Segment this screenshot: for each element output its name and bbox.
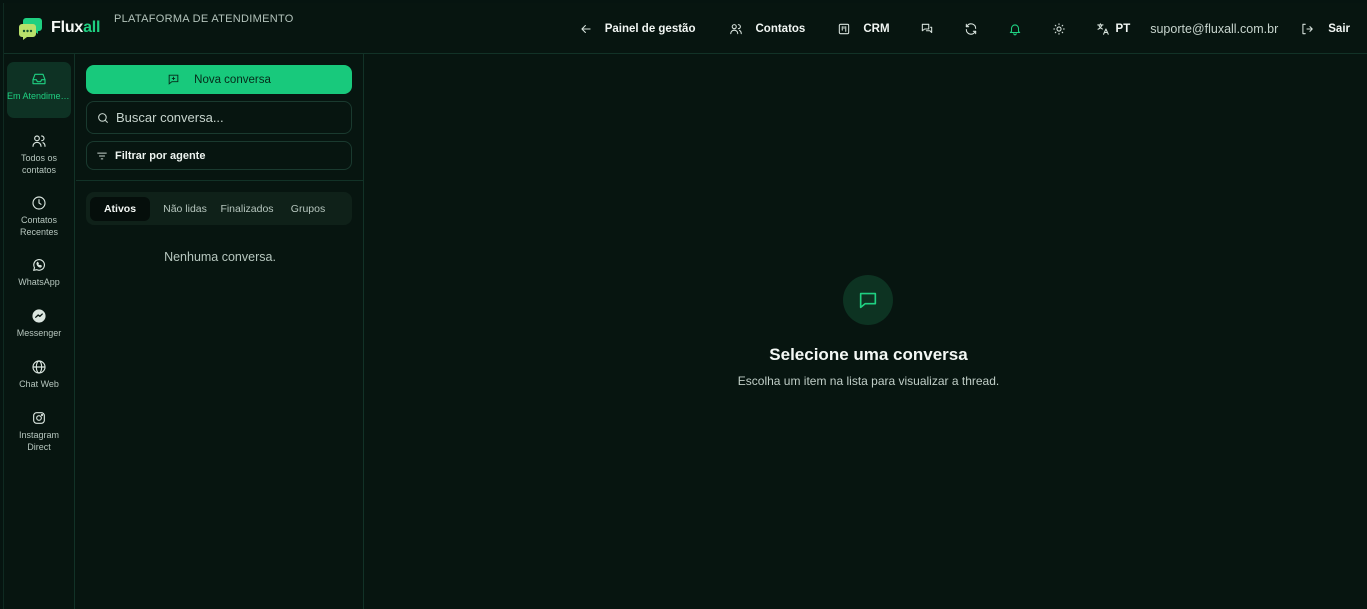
instagram-icon bbox=[33, 412, 45, 424]
brand-name-accent: all bbox=[83, 19, 101, 36]
kanban-icon bbox=[839, 23, 850, 34]
whatsapp-icon bbox=[33, 259, 45, 271]
new-conversation-button[interactable]: Nova conversa bbox=[86, 65, 352, 94]
brand[interactable]: Fluxall bbox=[18, 15, 100, 41]
empty-state-icon-wrap bbox=[843, 275, 893, 325]
arrow-left-icon bbox=[581, 24, 591, 33]
conversation-tabs: Ativos Não lidas Finalizados Grupos bbox=[86, 192, 352, 225]
users-icon bbox=[32, 135, 46, 147]
empty-list-message: Nenhuma conversa. bbox=[164, 250, 276, 264]
rail-item-label: Em Atendimento bbox=[7, 91, 71, 101]
rail-item-label: Todos os contatos bbox=[20, 153, 58, 175]
rail-item-label: WhatsApp bbox=[18, 277, 60, 287]
search-input[interactable] bbox=[116, 103, 346, 132]
app-window: Fluxall PLATAFORMA DE ATENDIMENTO Painel… bbox=[3, 3, 1367, 609]
crm-link[interactable]: CRM bbox=[837, 22, 890, 36]
conversation-list-panel: Nova conversa Filtrar por agente Ativos … bbox=[76, 54, 364, 609]
tab-grupos[interactable]: Grupos bbox=[286, 197, 330, 221]
messages-icon bbox=[921, 23, 932, 33]
message-plus-icon bbox=[168, 74, 179, 85]
tab-finalizados[interactable]: Finalizados bbox=[216, 197, 278, 221]
new-conversation-label: Nova conversa bbox=[194, 73, 271, 86]
tab-ativos[interactable]: Ativos bbox=[90, 196, 150, 221]
contacts-link[interactable]: Contatos bbox=[729, 22, 805, 36]
refresh-icon bbox=[965, 22, 976, 35]
inbox-icon bbox=[32, 73, 46, 85]
user-email: suporte@fluxall.com.br bbox=[1150, 21, 1279, 36]
sun-icon bbox=[1052, 22, 1065, 35]
rail-item-whatsapp[interactable]: WhatsApp bbox=[7, 248, 71, 304]
logout-label: Sair bbox=[1328, 22, 1350, 35]
chat-bubble-icon bbox=[859, 292, 877, 309]
list-divider bbox=[76, 180, 364, 181]
search-box bbox=[86, 101, 352, 134]
messenger-icon bbox=[32, 309, 46, 323]
tab-nao-lidas[interactable]: Não lidas bbox=[156, 197, 214, 221]
language-selector[interactable]: PT bbox=[1096, 22, 1131, 36]
platform-subtitle: PLATAFORMA DE ATENDIMENTO bbox=[114, 13, 294, 25]
empty-state-subtitle: Escolha um item na lista para visualizar… bbox=[737, 374, 1000, 388]
refresh-button[interactable] bbox=[964, 22, 978, 36]
panel-link-label: Painel de gestão bbox=[604, 22, 696, 35]
header-nav: Painel de gestão Contatos CRM PT suporte… bbox=[579, 3, 1350, 54]
bell-icon bbox=[1009, 23, 1020, 35]
logout-button[interactable]: Sair bbox=[1300, 22, 1350, 36]
rail-item-label: Chat Web bbox=[19, 379, 59, 389]
theme-toggle[interactable] bbox=[1052, 22, 1066, 36]
rail-item-messenger[interactable]: Messenger bbox=[7, 299, 71, 355]
rail-item-chat-web[interactable]: Chat Web bbox=[7, 350, 71, 406]
fluxall-logo-icon bbox=[19, 18, 42, 40]
crm-link-label: CRM bbox=[863, 22, 890, 35]
brand-name-main: Flux bbox=[51, 19, 84, 36]
top-header: Fluxall PLATAFORMA DE ATENDIMENTO Painel… bbox=[4, 3, 1367, 54]
clock-icon bbox=[32, 196, 46, 210]
messages-button[interactable] bbox=[920, 22, 934, 36]
rail-item-label: Instagram Direct bbox=[18, 430, 60, 452]
brand-name: Fluxall bbox=[51, 19, 100, 37]
rail-item-todos-contatos[interactable]: Todos os contatos bbox=[7, 124, 71, 180]
search-icon bbox=[98, 112, 109, 123]
rail-item-label: Messenger bbox=[16, 328, 62, 338]
language-label: PT bbox=[1115, 22, 1131, 35]
rail-item-contatos-recentes[interactable]: Contatos Recentes bbox=[7, 186, 71, 242]
panel-link[interactable]: Painel de gestão bbox=[579, 22, 696, 36]
rail-item-em-atendimento[interactable]: Em Atendimento bbox=[7, 62, 71, 118]
rail-item-label: Contatos Recentes bbox=[19, 215, 59, 237]
logout-icon bbox=[1302, 23, 1314, 34]
contacts-link-label: Contatos bbox=[755, 22, 806, 35]
agent-filter-label: Filtrar por agente bbox=[115, 149, 206, 162]
users-icon bbox=[730, 23, 743, 34]
rail-item-instagram[interactable]: Instagram Direct bbox=[7, 401, 71, 457]
channel-rail: Em Atendimento Todos os contatos Contato… bbox=[4, 54, 75, 609]
empty-state-title: Selecione uma conversa bbox=[769, 345, 968, 364]
notifications-button[interactable] bbox=[1008, 22, 1022, 36]
filter-icon bbox=[97, 152, 107, 159]
translate-icon bbox=[1096, 22, 1109, 35]
thread-panel: Selecione uma conversa Escolha um item n… bbox=[365, 54, 1367, 609]
agent-filter-button[interactable]: Filtrar por agente bbox=[86, 141, 352, 170]
globe-icon bbox=[32, 360, 46, 374]
